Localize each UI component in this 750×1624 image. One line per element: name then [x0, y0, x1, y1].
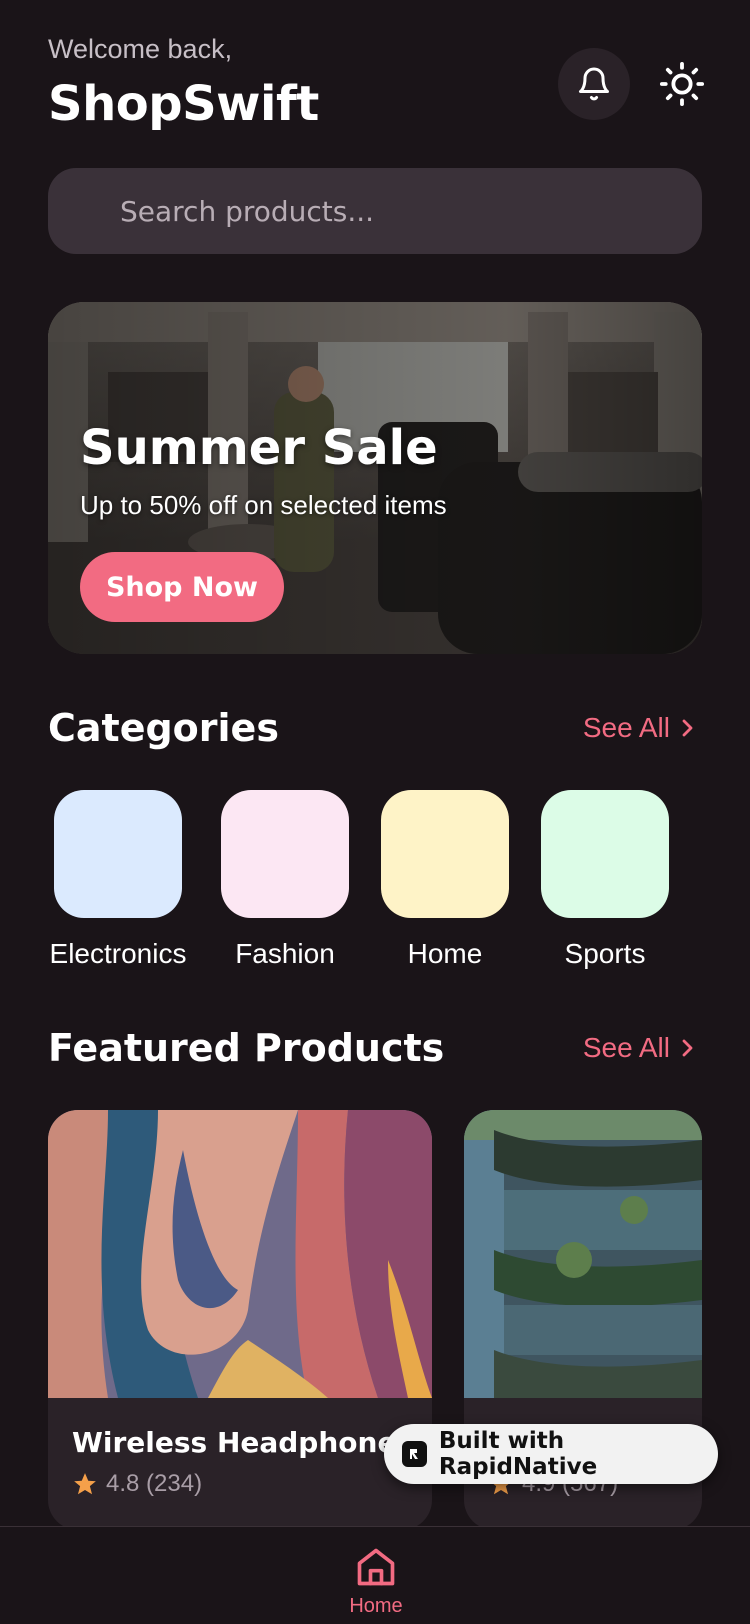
category-fashion[interactable]: Fashion [205, 790, 365, 970]
shop-now-button[interactable]: Shop Now [80, 552, 284, 622]
sun-icon [659, 61, 705, 107]
built-with-badge[interactable]: Built with RapidNative [384, 1424, 718, 1484]
category-tile [54, 790, 182, 918]
product-card[interactable]: Wireless Headphones 4.8 (234) [48, 1110, 432, 1530]
badge-label: Built with RapidNative [438, 1428, 598, 1480]
category-tile [381, 790, 509, 918]
bell-icon [579, 67, 609, 101]
star-icon [74, 1473, 96, 1495]
category-tile [221, 790, 349, 918]
product-rating: 4.8 (234) [72, 1470, 202, 1498]
category-tile [541, 790, 669, 918]
categories-title: Categories [48, 706, 279, 750]
category-home[interactable]: Home [365, 790, 525, 970]
promo-banner[interactable]: Summer Sale Up to 50% off on selected it… [48, 302, 702, 654]
category-label: Home [407, 938, 483, 969]
bottom-nav: Home [0, 1526, 750, 1624]
category-label: Fashion [235, 938, 335, 969]
banner-subtitle: Up to 50% off on selected items [80, 490, 447, 520]
product-image [464, 1110, 702, 1398]
home-icon [357, 1548, 395, 1586]
product-image [48, 1110, 432, 1398]
featured-products-title: Featured Products [48, 1026, 445, 1070]
category-electronics[interactable]: Electronics [38, 790, 198, 970]
product-name: Wireless Headphones [72, 1426, 414, 1459]
rating-text: 4.8 (234) [106, 1470, 203, 1497]
nav-home-label: Home [349, 1595, 403, 1617]
notifications-button[interactable] [558, 48, 630, 120]
category-label: Electronics [49, 938, 187, 969]
rapidnative-logo-icon [402, 1441, 427, 1467]
chevron-right-icon [682, 719, 693, 737]
featured-see-all-link[interactable]: See All [583, 1032, 696, 1064]
nav-item-home[interactable]: Home [340, 1545, 412, 1618]
banner-title: Summer Sale [80, 420, 438, 476]
category-sports[interactable]: Sports [525, 790, 685, 970]
theme-toggle-button[interactable] [646, 48, 718, 120]
chevron-right-icon [682, 1039, 693, 1057]
categories-see-all-link[interactable]: See All [583, 712, 696, 744]
category-label: Sports [564, 938, 646, 969]
see-all-label: See All [582, 1032, 670, 1063]
greeting-text: Welcome back, [48, 34, 233, 64]
search-input[interactable] [48, 168, 702, 254]
app-title: ShopSwift [48, 76, 319, 132]
see-all-label: See All [582, 712, 670, 743]
